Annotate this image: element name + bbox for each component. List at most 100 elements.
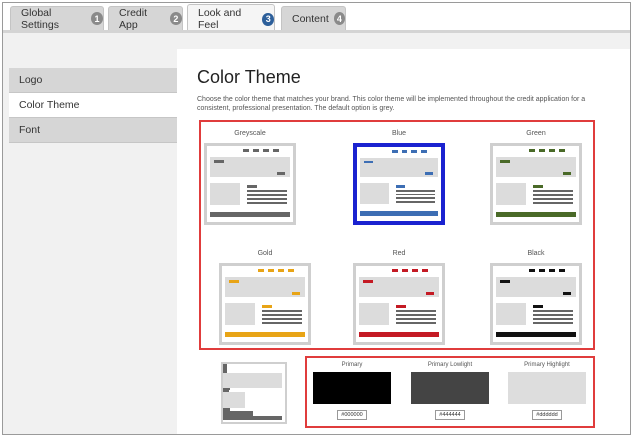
thumbnail-shape	[559, 269, 565, 272]
thumbnail-shape	[210, 183, 240, 205]
color-swatch[interactable]	[411, 372, 489, 404]
thumbnail-shape	[247, 202, 287, 204]
swatch-primary-lowlight: Primary Lowlight #444444	[409, 361, 491, 420]
thumbnail-shape	[412, 269, 418, 272]
thumbnail-shape	[363, 160, 374, 164]
thumbnail-shape	[243, 149, 249, 152]
thumbnail-shape	[392, 269, 398, 272]
sidebar-item-label: Color Theme	[19, 99, 80, 111]
theme-thumbnail[interactable]	[204, 143, 296, 225]
thumbnail-shape	[359, 303, 389, 325]
theme-thumbnail[interactable]	[490, 143, 582, 225]
thumbnail-shape	[247, 185, 257, 188]
thumbnail-shape	[424, 172, 433, 176]
thumbnail-shape	[549, 149, 555, 152]
thumbnail-shape	[262, 322, 302, 324]
thumbnail-shape	[563, 172, 571, 175]
thumbnail-shape	[401, 149, 408, 153]
sidebar-item-label: Font	[19, 124, 41, 136]
sidebar-item-font[interactable]: Font	[9, 118, 177, 143]
tab-look-and-feel[interactable]: Look and Feel 3	[187, 4, 275, 33]
sidebar: Logo Color Theme Font	[9, 68, 177, 143]
thumbnail-shape	[533, 310, 573, 312]
thumbnail-shape	[225, 303, 255, 325]
step-badge: 2	[169, 12, 182, 25]
thumbnail-shape	[396, 322, 436, 324]
theme-option-black[interactable]: Black	[488, 249, 584, 345]
theme-option-gold[interactable]: Gold	[217, 249, 313, 345]
thumbnail-shape	[496, 332, 576, 337]
theme-option-greyscale[interactable]: Greyscale	[202, 129, 298, 225]
thumbnail-shape	[359, 182, 389, 205]
swatch-primary-highlight: Primary Highlight #dddddd	[506, 361, 588, 420]
thumbnail-shape	[223, 416, 283, 421]
thumbnail-shape	[496, 183, 526, 205]
theme-option-red[interactable]: Red	[351, 249, 447, 345]
theme-thumbnail[interactable]	[353, 143, 445, 225]
tab-global-settings[interactable]: Global Settings 1	[10, 6, 104, 31]
theme-thumbnail[interactable]	[490, 263, 582, 345]
thumbnail-shape	[421, 149, 427, 153]
theme-thumbnail[interactable]	[353, 263, 445, 345]
thumbnail-shape	[214, 160, 224, 163]
tab-bar: Global Settings 1 Credit App 2 Look and …	[3, 3, 630, 33]
thumbnail-shape	[223, 392, 246, 409]
thumbnail-shape	[539, 149, 545, 152]
tab-label: Content	[292, 12, 329, 25]
theme-label: Red	[392, 250, 406, 257]
thumbnail-shape	[422, 269, 428, 272]
thumbnail-shape	[396, 310, 436, 312]
tab-content[interactable]: Content 4	[281, 6, 346, 30]
thumbnail-shape	[277, 172, 285, 175]
thumbnail-shape	[395, 193, 435, 196]
color-hex-input[interactable]: #dddddd	[532, 410, 562, 420]
thumbnail-shape	[258, 269, 264, 272]
theme-option-green[interactable]: Green	[488, 129, 584, 225]
sidebar-item-logo[interactable]: Logo	[9, 68, 177, 93]
thumbnail-shape	[563, 292, 571, 295]
tab-credit-app[interactable]: Credit App 2	[108, 6, 183, 31]
color-hex-input[interactable]: #444444	[435, 410, 465, 420]
thumbnail-shape	[395, 201, 435, 204]
step-badge: 1	[91, 12, 103, 25]
thumbnail-shape	[262, 314, 302, 316]
thumbnail-shape	[247, 194, 287, 196]
page-title: Color Theme	[197, 67, 301, 87]
page-description: Choose the color theme that matches your…	[197, 96, 586, 112]
thumbnail-shape	[395, 189, 435, 192]
thumbnail-shape	[533, 314, 573, 316]
swatch-primary: Primary #000000	[311, 361, 393, 420]
custom-color-group: Primary #000000 Primary Lowlight #444444…	[305, 356, 595, 428]
tab-label: Credit App	[119, 6, 148, 31]
thumbnail-shape	[402, 269, 408, 272]
theme-label: Greyscale	[234, 130, 266, 137]
thumbnail-shape	[496, 303, 526, 325]
swatch-label: Primary	[341, 362, 363, 368]
thumbnail-shape	[533, 305, 543, 308]
thumbnail-shape	[396, 305, 406, 308]
color-swatch[interactable]	[508, 372, 586, 404]
thumbnail-shape	[225, 332, 305, 337]
color-hex-input[interactable]: #000000	[337, 410, 367, 420]
thumbnail-shape	[533, 322, 573, 324]
thumbnail-shape	[363, 280, 373, 283]
theme-option-blue[interactable]: Blue	[351, 129, 447, 225]
theme-thumbnail[interactable]	[219, 263, 311, 345]
theme-label: Green	[526, 130, 546, 137]
thumbnail-shape	[273, 149, 279, 152]
thumbnail-shape	[395, 184, 406, 188]
thumbnail-shape	[210, 212, 290, 217]
thumbnail-shape	[359, 332, 439, 337]
thumbnail-shape	[395, 197, 435, 200]
thumbnail-shape	[359, 211, 438, 216]
thumbnail-shape	[292, 292, 300, 295]
thumbnail-shape	[247, 198, 287, 200]
app-frame: Global Settings 1 Credit App 2 Look and …	[2, 2, 631, 435]
thumbnail-shape	[253, 149, 259, 152]
thumbnail-shape	[411, 149, 418, 153]
color-swatch[interactable]	[313, 372, 391, 404]
tab-label: Look and Feel	[198, 7, 242, 31]
sidebar-item-color-theme[interactable]: Color Theme	[9, 93, 177, 118]
thumbnail-shape	[559, 149, 565, 152]
thumbnail-shape	[268, 269, 274, 272]
